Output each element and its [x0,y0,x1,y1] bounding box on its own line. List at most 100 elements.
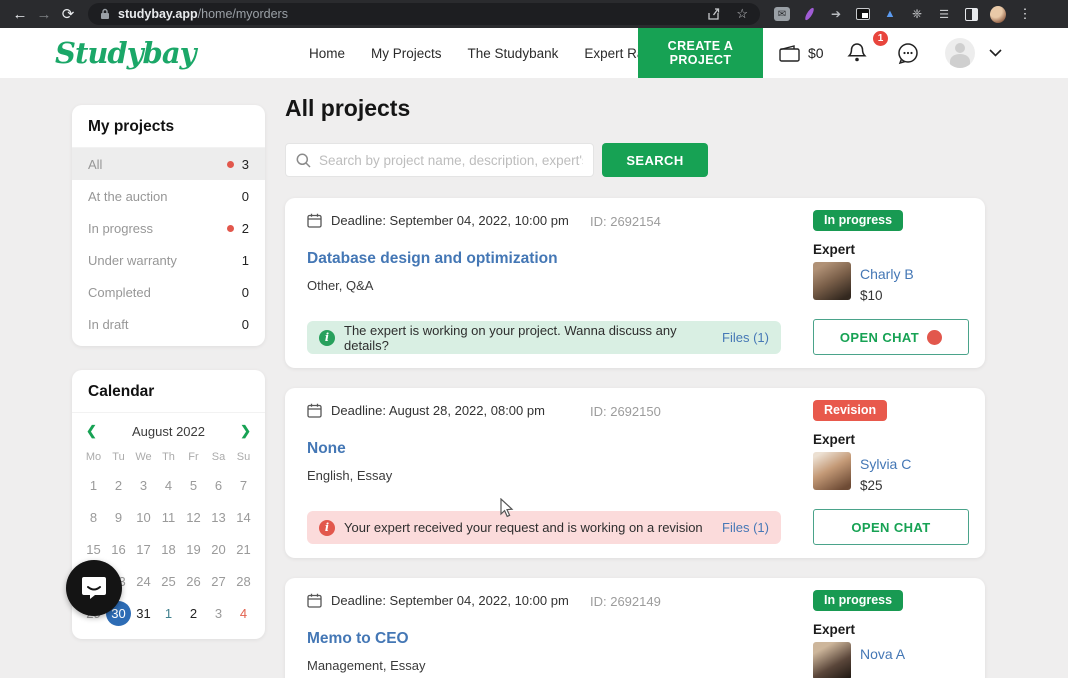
expert-name-link[interactable]: Sylvia C [860,456,911,472]
my-projects-panel: My projects All3At the auction0In progre… [72,105,265,346]
list-extension-icon[interactable]: ☰ [936,6,952,22]
arrow-up-extension-icon[interactable]: ▲ [882,6,898,22]
expert-name-link[interactable]: Nova A [860,646,905,662]
calendar-day[interactable]: 1 [81,469,106,501]
calendar-title: Calendar [72,370,265,413]
files-link[interactable]: Files (1) [722,520,769,535]
feather-extension-icon[interactable] [801,6,817,22]
calendar-day[interactable]: 6 [206,469,231,501]
calendar-day[interactable]: 14 [231,501,256,533]
calendar-day[interactable]: 4 [231,597,256,629]
search-input[interactable] [319,153,583,168]
calendar-day[interactable]: 13 [206,501,231,533]
share-icon[interactable] [707,7,722,21]
browser-chrome: ← → ⟳ studybay.app /home/myorders ☆ ✉ ➔ … [0,0,1068,28]
project-price: $25 [860,478,883,493]
calendar-day[interactable]: 28 [231,565,256,597]
create-project-button[interactable]: CREATE A PROJECT [638,28,763,78]
calendar-day[interactable]: 8 [81,501,106,533]
filter-label: Completed [88,285,242,300]
page-title: All projects [285,95,410,122]
calendar-day[interactable]: 7 [231,469,256,501]
files-link[interactable]: Files (1) [722,330,769,345]
project-card: Deadline: August 28, 2022, 08:00 pm ID: … [285,388,985,558]
nav-home[interactable]: Home [309,46,345,61]
calendar-day[interactable]: 3 [206,597,231,629]
calendar-day[interactable]: 2 [106,469,131,501]
browser-profile-avatar[interactable] [990,6,1006,22]
open-chat-label: OPEN CHAT [840,330,919,345]
calendar-day[interactable]: 21 [231,533,256,565]
calendar-day[interactable]: 31 [131,597,156,629]
calendar-day[interactable]: 3 [131,469,156,501]
calendar-next-icon[interactable]: ❯ [240,423,251,439]
project-title-link[interactable]: None [307,440,346,458]
expert-avatar[interactable] [813,452,851,490]
search-button[interactable]: SEARCH [602,143,708,177]
sidebar-filter-completed[interactable]: Completed0 [72,276,265,308]
calendar-weekday: Mo [81,445,106,469]
studybay-logo[interactable]: Studybay [55,36,195,70]
sidebar-filter-in-progress[interactable]: In progress2 [72,212,265,244]
calendar-day[interactable]: 17 [131,533,156,565]
side-panel-icon[interactable] [963,6,979,22]
project-title-link[interactable]: Memo to CEO [307,630,409,648]
project-title-link[interactable]: Database design and optimization [307,250,558,268]
calendar-prev-icon[interactable]: ❮ [86,423,97,439]
extensions-puzzle-icon[interactable]: ❈ [909,6,925,22]
diamond-extension-icon[interactable]: ➔ [828,6,844,22]
project-card: Deadline: September 04, 2022, 10:00 pm I… [285,578,985,678]
calendar-day[interactable]: 12 [181,501,206,533]
expert-label: Expert [813,432,855,447]
wallet-balance[interactable]: $0 [779,28,824,78]
bookmark-star-icon[interactable]: ☆ [736,6,748,22]
calendar-day[interactable]: 9 [106,501,131,533]
address-bar[interactable]: studybay.app /home/myorders ☆ [88,3,760,25]
calendar-day[interactable]: 20 [206,533,231,565]
sidebar-filter-at-the-auction[interactable]: At the auction0 [72,180,265,212]
calendar-day[interactable]: 4 [156,469,181,501]
notifications-button[interactable]: 1 [847,28,867,78]
browser-forward-icon[interactable]: → [32,6,56,23]
support-chat-widget[interactable] [66,560,122,616]
my-projects-title: My projects [72,105,265,148]
banner-text: The expert is working on your project. W… [344,323,713,353]
calendar-day[interactable]: 5 [181,469,206,501]
calendar-day[interactable]: 27 [206,565,231,597]
open-chat-button[interactable]: OPEN CHAT [813,319,969,355]
support-chat-icon [79,573,109,603]
project-deadline: Deadline: September 04, 2022, 10:00 pm [331,213,569,228]
expert-avatar[interactable] [813,262,851,300]
browser-reload-icon[interactable]: ⟳ [56,5,80,23]
browser-menu-icon[interactable]: ⋮ [1017,6,1033,22]
calendar-weekday: Sa [206,445,231,469]
filter-count: 0 [242,317,249,332]
calendar-day[interactable]: 11 [156,501,181,533]
open-chat-button[interactable]: OPEN CHAT [813,509,969,545]
nav-studybank[interactable]: The Studybank [468,46,559,61]
sidebar-filter-in-draft[interactable]: In draft0 [72,308,265,340]
calendar-day[interactable]: 25 [156,565,181,597]
nav-my-projects[interactable]: My Projects [371,46,442,61]
calendar-day[interactable]: 10 [131,501,156,533]
mail-extension-icon[interactable]: ✉ [774,7,790,21]
expert-name-link[interactable]: Charly B [860,266,914,282]
sidebar-filter-all[interactable]: All3 [72,148,265,180]
calendar-day[interactable]: 19 [181,533,206,565]
chevron-down-icon [989,49,1002,57]
expert-avatar[interactable] [813,642,851,678]
user-avatar [945,38,975,68]
calendar-day[interactable]: 2 [181,597,206,629]
calendar-day[interactable]: 26 [181,565,206,597]
sidebar-filter-under-warranty[interactable]: Under warranty1 [72,244,265,276]
user-menu[interactable] [945,28,1002,78]
calendar-day[interactable]: 24 [131,565,156,597]
calendar-day[interactable]: 1 [156,597,181,629]
status-badge: Revision [813,400,887,421]
browser-back-icon[interactable]: ← [8,6,32,23]
calendar-day[interactable]: 16 [106,533,131,565]
messages-button[interactable] [896,28,920,78]
pip-extension-icon[interactable] [855,6,871,22]
calendar-month-nav: ❮ August 2022 ❯ [72,413,265,445]
calendar-day[interactable]: 18 [156,533,181,565]
